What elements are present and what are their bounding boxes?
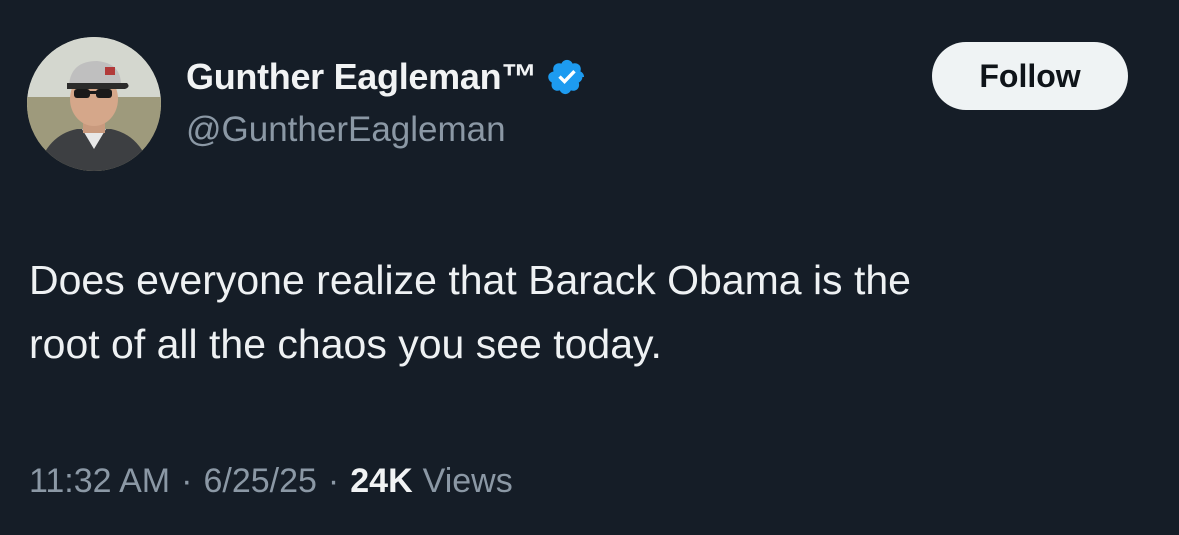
tweet-meta: 11:32 AM · 6/25/25 · 24K Views [29,462,513,501]
tweet-date[interactable]: 6/25/25 [203,462,316,501]
views-label[interactable]: Views [423,462,513,501]
views-count[interactable]: 24K [350,462,412,501]
author-handle[interactable]: @GuntherEagleman [186,110,506,150]
avatar-photo [27,37,161,171]
tweet-text-line: Does everyone realize that Barack Obama … [29,257,911,303]
meta-separator: · [327,462,340,500]
tweet-text-line: root of all the chaos you see today. [29,321,662,367]
follow-button[interactable]: Follow [932,42,1128,110]
meta-separator: · [181,462,193,500]
display-name[interactable]: Gunther Eagleman™ [186,56,537,98]
verified-badge-icon [547,57,587,97]
tweet-text: Does everyone realize that Barack Obama … [29,248,1149,376]
author-name-row[interactable]: Gunther Eagleman™ [186,54,587,100]
tweet-time[interactable]: 11:32 AM [29,462,170,501]
avatar[interactable] [27,37,161,171]
